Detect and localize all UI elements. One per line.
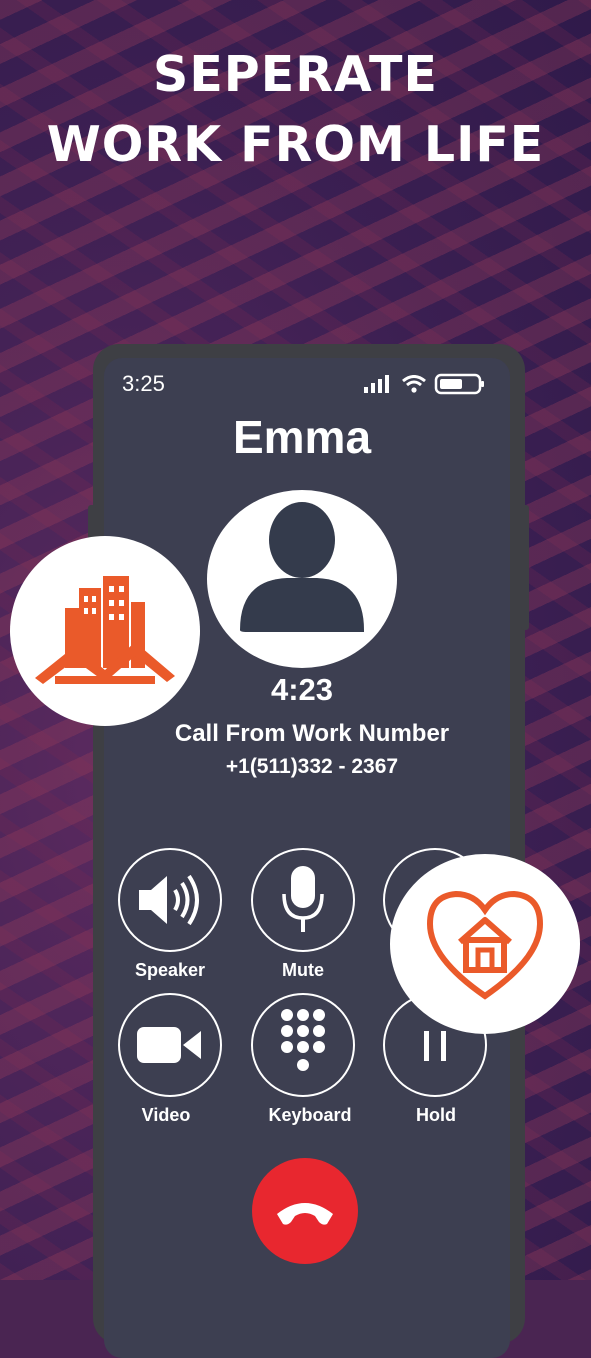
speaker-button[interactable]: [118, 848, 222, 952]
buildings-house-icon: [35, 576, 175, 684]
mute-button[interactable]: [251, 848, 355, 952]
keypad-icon: [281, 1009, 325, 1071]
speaker-icon: [139, 874, 199, 926]
status-icons: [364, 373, 486, 395]
battery-icon: [434, 373, 484, 395]
video-label: Video: [141, 1105, 191, 1125]
mute-label: Mute: [282, 960, 324, 980]
video-button[interactable]: [118, 993, 222, 1097]
contact-avatar: [207, 490, 397, 668]
home-logo-badge: [390, 854, 580, 1034]
call-subtitle: Call From Work Number: [174, 720, 450, 747]
signal-icon: [364, 375, 389, 393]
work-logo-badge: [10, 536, 200, 726]
wifi-icon: [402, 375, 426, 393]
caller-name: Emma: [232, 411, 372, 463]
end-call-button[interactable]: [252, 1158, 358, 1264]
heart-home-icon: [426, 890, 544, 1000]
speaker-label: Speaker: [134, 960, 206, 980]
person-icon: [240, 502, 364, 632]
hang-up-icon: [277, 1203, 333, 1225]
video-camera-icon: [137, 1027, 201, 1063]
microphone-icon: [282, 866, 324, 932]
phone-number: +1(511)332 - 2367: [225, 755, 399, 778]
keyboard-label: Keyboard: [268, 1105, 352, 1125]
keyboard-button[interactable]: [251, 993, 355, 1097]
pause-icon: [424, 1031, 446, 1061]
headline: SEPERATE WORK FROM LIFE: [0, 40, 591, 180]
phone-side-button-right: [521, 505, 529, 630]
headline-line-2: WORK FROM LIFE: [46, 116, 545, 173]
status-time: 3:25: [122, 371, 165, 396]
headline-line-1: SEPERATE: [153, 46, 438, 103]
hold-label: Hold: [416, 1105, 456, 1125]
